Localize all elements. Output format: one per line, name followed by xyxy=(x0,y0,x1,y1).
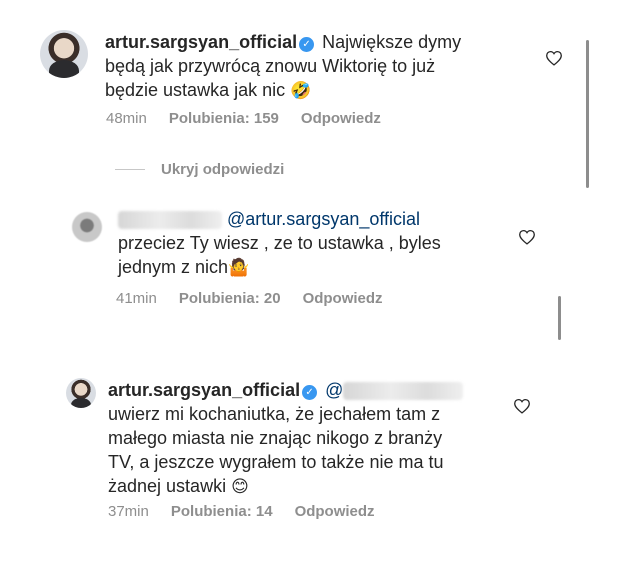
hide-replies-label: Ukryj odpowiedzi xyxy=(161,160,285,178)
emoji: 😊 xyxy=(231,477,249,496)
verified-badge-icon: ✓ xyxy=(302,385,318,400)
comment-time[interactable]: 48min xyxy=(106,110,147,128)
redacted-username xyxy=(118,211,222,230)
divider xyxy=(115,168,145,170)
comment-body-line: Największe dymy xyxy=(322,32,462,52)
verified-badge-icon: ✓ xyxy=(299,37,315,52)
comment-time[interactable]: 41min xyxy=(116,290,157,308)
comment-text: @artur.sargsyan_official przeciez Ty wie… xyxy=(118,207,508,280)
likes-count[interactable]: Polubienia: 14 xyxy=(171,503,273,521)
comment-text: artur.sargsyan_official ✓ Największe dymy… xyxy=(105,30,505,103)
comment-body-line: przeciez Ty wiesz , ze to ustawka , byle… xyxy=(118,233,441,253)
reply-button[interactable]: Odpowiedz xyxy=(295,503,375,521)
reply-button[interactable]: Odpowiedz xyxy=(303,290,383,308)
avatar[interactable] xyxy=(40,30,88,78)
comment-meta: 41min Polubienia: 20 Odpowiedz xyxy=(116,290,383,308)
hide-replies-button[interactable]: Ukryj odpowiedzi xyxy=(115,160,284,178)
comment-body-line: małego miasta nie znając nikogo z branży xyxy=(108,428,443,448)
comment-body-line: żadnej ustawki xyxy=(108,476,227,496)
avatar[interactable] xyxy=(72,212,102,242)
avatar[interactable] xyxy=(66,378,96,408)
heart-icon[interactable] xyxy=(513,398,531,414)
comment-body-line: będą jak przywrócą znowu Wiktorię to już xyxy=(105,56,436,76)
comment-body-line: uwierz mi kochaniutka, że jechałem tam z xyxy=(108,404,441,424)
comment-meta: 37min Polubienia: 14 Odpowiedz xyxy=(108,503,375,521)
comment-body-line: będzie ustawka jak nic xyxy=(105,80,286,100)
scrollbar[interactable] xyxy=(586,40,589,188)
scrollbar[interactable] xyxy=(558,296,561,340)
comment-text: artur.sargsyan_official ✓ @ uwierz mi koc… xyxy=(108,378,508,499)
heart-icon[interactable] xyxy=(518,229,536,245)
heart-icon[interactable] xyxy=(545,50,563,66)
comment-body-line: TV, a jeszcze wygrałem to także nie ma t… xyxy=(108,452,444,472)
comment-body-line: jednym z nich xyxy=(118,257,229,277)
comment-username[interactable]: artur.sargsyan_official xyxy=(108,380,300,400)
emoji: 🤷 xyxy=(228,258,250,277)
likes-count[interactable]: Polubienia: 20 xyxy=(179,290,281,308)
comment-username[interactable]: artur.sargsyan_official xyxy=(105,32,297,52)
comments-panel: artur.sargsyan_official ✓ Największe dymy… xyxy=(0,0,620,561)
likes-count[interactable]: Polubienia: 159 xyxy=(169,110,279,128)
emoji: 🤣 xyxy=(290,81,312,100)
comment-time[interactable]: 37min xyxy=(108,503,149,521)
reply-button[interactable]: Odpowiedz xyxy=(301,110,381,128)
mention-link[interactable]: @ xyxy=(325,380,343,400)
comment-meta: 48min Polubienia: 159 Odpowiedz xyxy=(106,110,381,128)
mention-link[interactable]: @artur.sargsyan_official xyxy=(227,209,420,229)
redacted-mention xyxy=(343,382,464,401)
